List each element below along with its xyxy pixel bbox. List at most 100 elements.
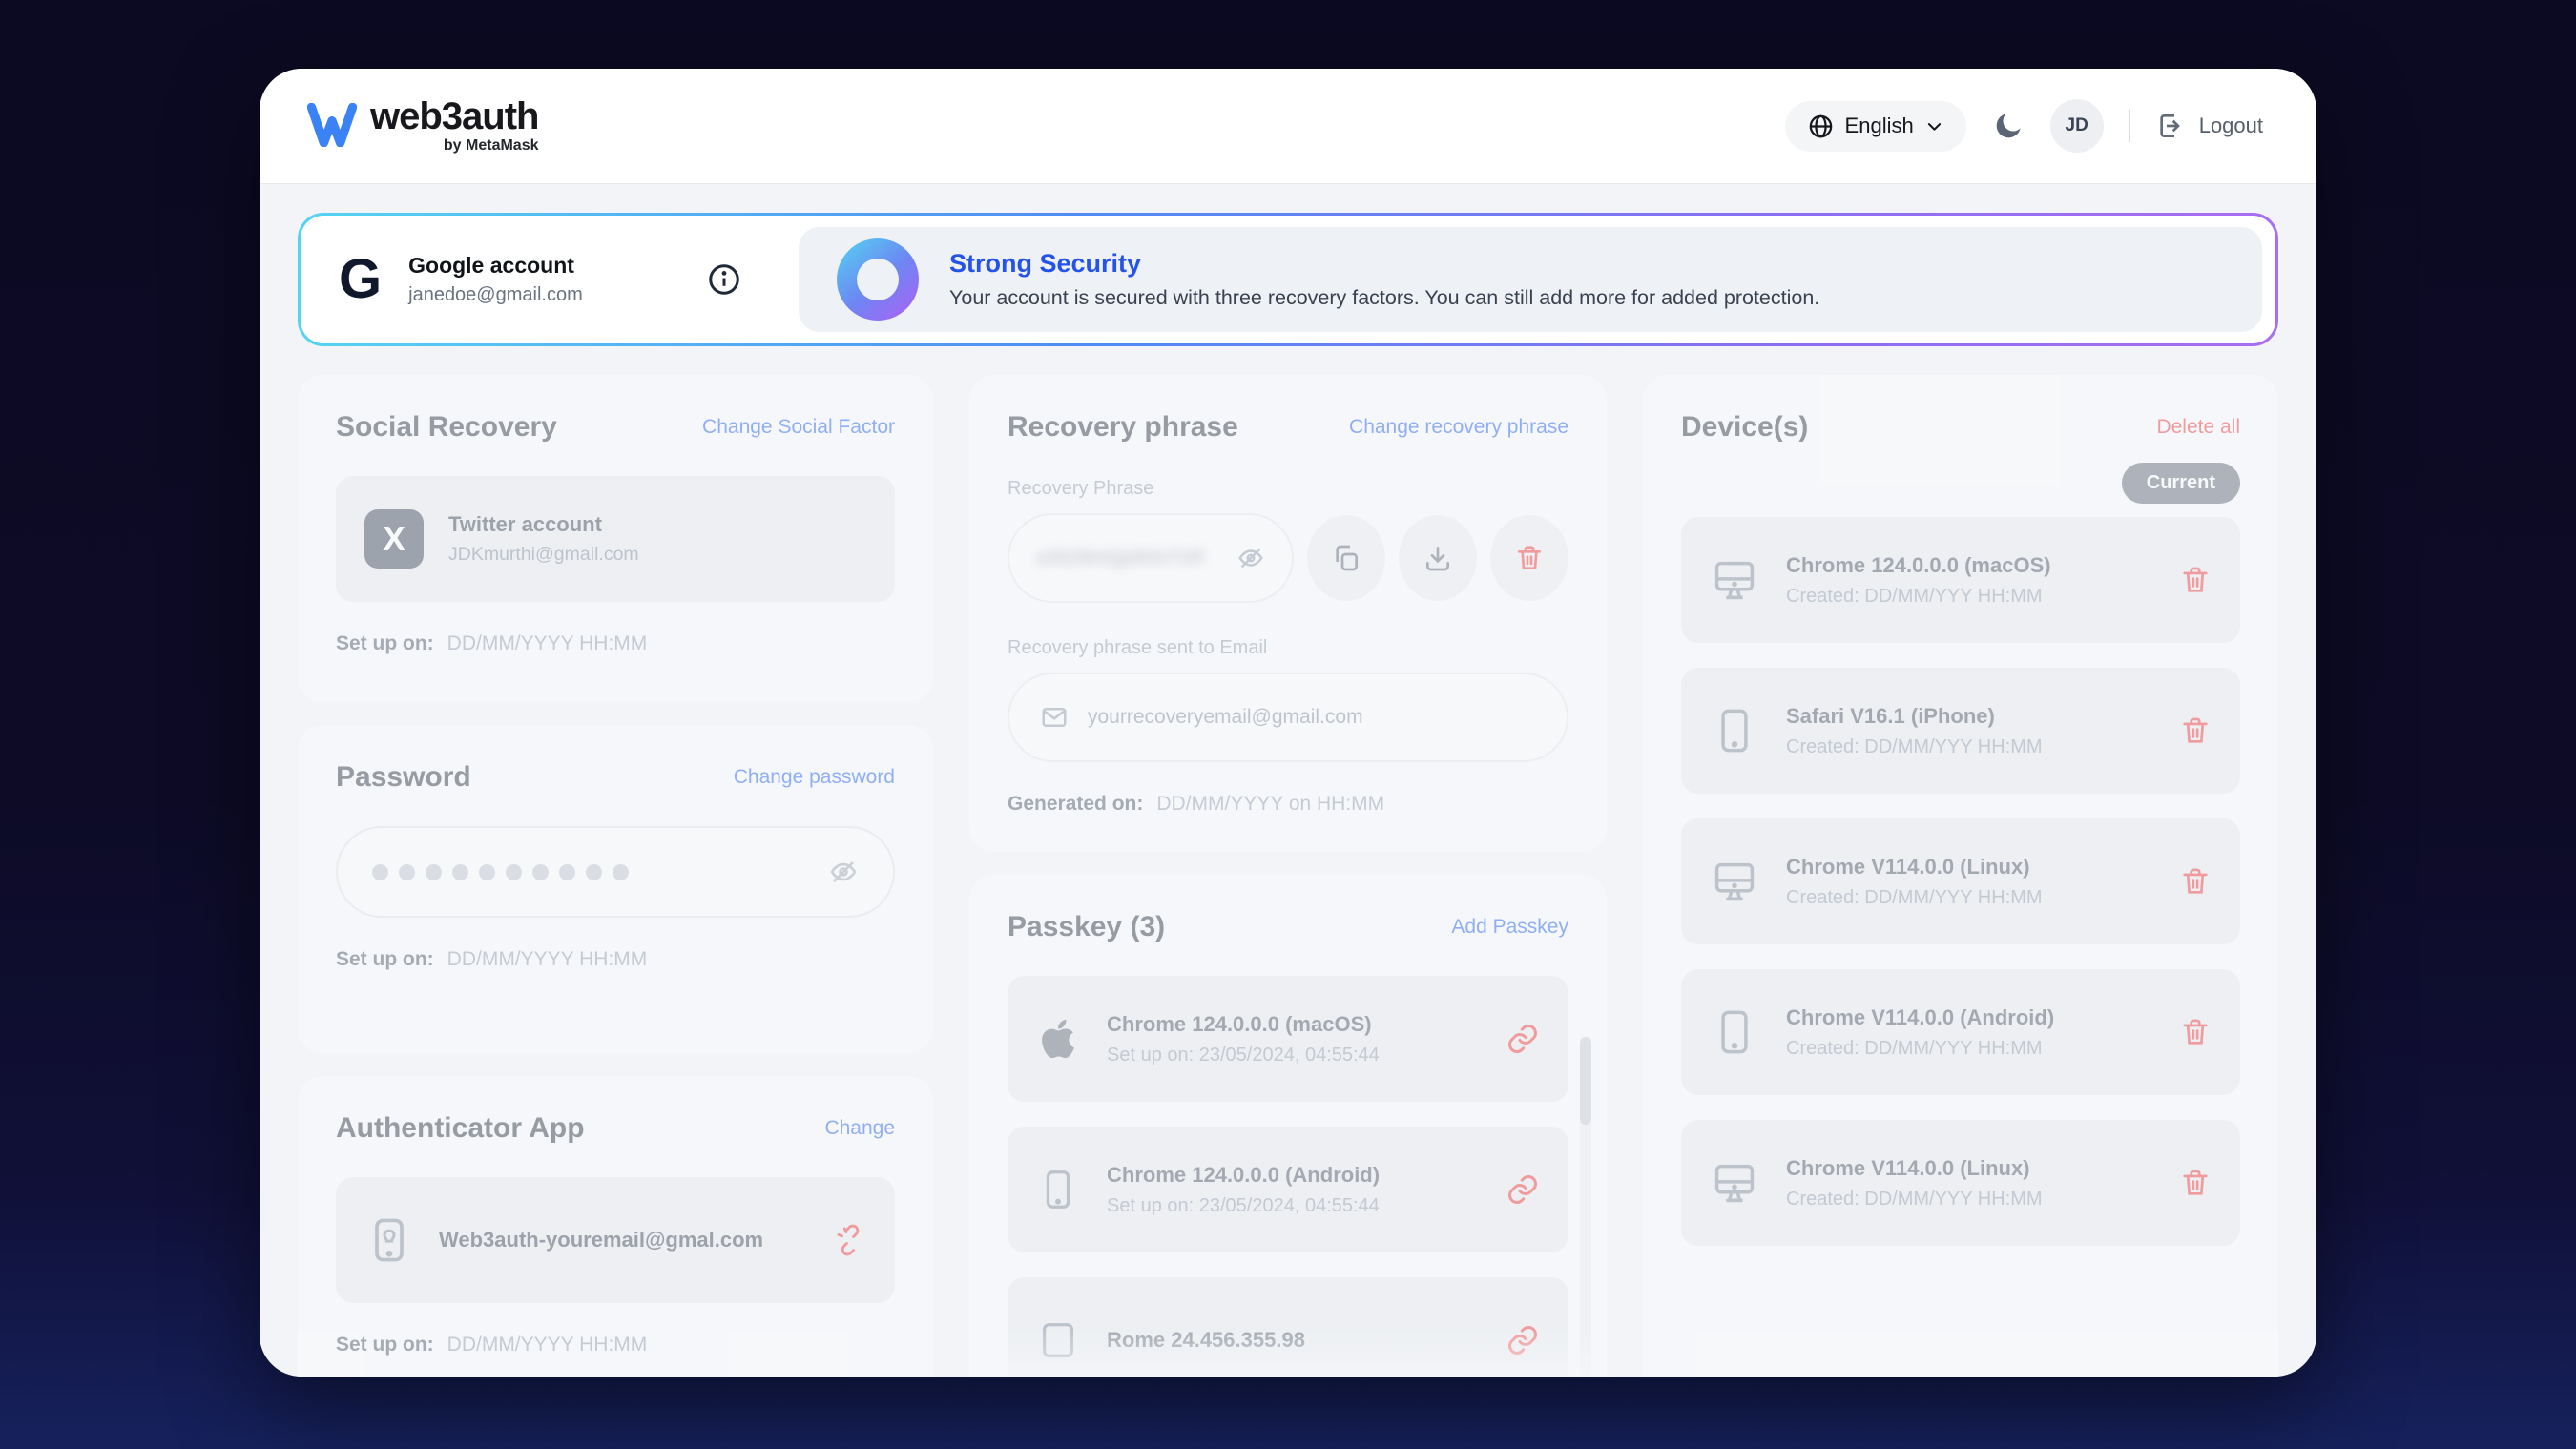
unlink-icon[interactable] [834, 1224, 866, 1256]
download-phrase-button[interactable] [1399, 515, 1477, 601]
device-name: Chrome V114.0.0 (Linux) [1786, 1156, 2043, 1181]
current-device-badge: Current [2122, 463, 2240, 504]
device-row: Chrome V114.0.0 (Linux) Created: DD/MM/Y… [1681, 818, 2240, 944]
dashboard-content: G Google account janedoe@gmail.com Stron… [260, 183, 2316, 1377]
desktop-icon [1710, 555, 1759, 605]
devices-title: Device(s) [1681, 411, 1808, 444]
device-row: Chrome 124.0.0.0 (macOS) Created: DD/MM/… [1681, 517, 2240, 643]
setup-on-label: Set up on: [336, 632, 434, 655]
setup-on-value: DD/MM/YYYY HH:MM [447, 1334, 648, 1356]
copy-phrase-button[interactable] [1307, 515, 1385, 601]
desktop-icon [1710, 1158, 1759, 1208]
device-meta: Created: DD/MM/YYY HH:MM [1786, 1038, 2054, 1060]
device-row: Chrome V114.0.0 (Linux) Created: DD/MM/Y… [1681, 1120, 2240, 1246]
web3auth-logo: web3auth by MetaMask [307, 97, 538, 155]
change-social-factor-link[interactable]: Change Social Factor [702, 416, 895, 439]
recovery-phrase-field[interactable]: aXk29mQpW4vTzR [1008, 513, 1294, 603]
authenticator-row: Web3auth-youremail@gmal.com [336, 1177, 895, 1303]
passkey-card: Passkey (3) Add Passkey Chrome 124.0.0.0… [969, 875, 1607, 1377]
provider-title: Google account [408, 253, 583, 279]
passkey-meta: Set up on: 23/05/2024, 04:55:44 [1107, 1195, 1380, 1217]
delete-device-icon[interactable] [2179, 714, 2212, 747]
main-window: web3auth by MetaMask English JD [260, 69, 2316, 1377]
device-row: Chrome V114.0.0 (Android) Created: DD/MM… [1681, 969, 2240, 1095]
dark-mode-toggle[interactable] [1991, 109, 2025, 143]
generated-on-label: Generated on: [1008, 793, 1143, 816]
change-recovery-phrase-link[interactable]: Change recovery phrase [1349, 416, 1568, 439]
recovery-phrase-title: Recovery phrase [1008, 411, 1238, 444]
setup-on-value: DD/MM/YYYY HH:MM [447, 632, 648, 655]
password-masked-dots [372, 864, 629, 880]
generated-on-value: DD/MM/YYYY on HH:MM [1156, 793, 1384, 816]
avatar-initials: JD [2066, 115, 2088, 136]
eye-off-icon[interactable] [828, 857, 859, 887]
recovery-email-field[interactable]: yourrecoveryemail@gmail.com [1008, 673, 1568, 762]
globe-icon [1808, 114, 1834, 139]
web3auth-logo-icon [307, 103, 357, 147]
language-label: English [1845, 114, 1914, 138]
link-icon[interactable] [1506, 1022, 1540, 1056]
devices-card: Device(s) Delete all Current Chrome 124. [1643, 375, 2278, 1377]
logout-icon [2155, 111, 2186, 141]
passkey-title: Passkey (3) [1008, 911, 1165, 943]
change-authenticator-link[interactable]: Change [824, 1117, 895, 1140]
passkey-list: Chrome 124.0.0.0 (macOS) Set up on: 23/0… [1008, 976, 1568, 1377]
authenticator-title: Authenticator App [336, 1112, 585, 1145]
security-status-title: Strong Security [949, 249, 1819, 279]
delete-device-icon[interactable] [2179, 865, 2212, 898]
device-meta: Created: DD/MM/YYY HH:MM [1786, 586, 2051, 608]
info-icon[interactable] [707, 262, 741, 297]
scrollbar-thumb[interactable] [1580, 1037, 1591, 1125]
setup-on-value: DD/MM/YYYY HH:MM [447, 948, 648, 971]
password-title: Password [336, 761, 471, 794]
chevron-down-icon [1925, 117, 1943, 135]
recovery-phrase-label: Recovery Phrase [1008, 478, 1568, 500]
passkey-scrollbar[interactable] [1580, 1037, 1591, 1377]
change-password-link[interactable]: Change password [734, 766, 895, 789]
passkey-item: Chrome 124.0.0.0 (Android) Set up on: 23… [1008, 1127, 1568, 1252]
social-account-row: X Twitter account JDKmurthi@gmail.com [336, 476, 895, 602]
app-header: web3auth by MetaMask English JD [260, 69, 2316, 183]
security-score-ring [837, 238, 919, 321]
language-selector[interactable]: English [1785, 101, 1966, 152]
add-passkey-link[interactable]: Add Passkey [1451, 916, 1568, 939]
passkey-meta: Set up on: 23/05/2024, 04:55:44 [1107, 1045, 1380, 1066]
tablet-icon [1036, 1318, 1080, 1362]
link-icon[interactable] [1506, 1323, 1540, 1357]
phone-icon [1710, 1007, 1759, 1057]
delete-phrase-button[interactable] [1490, 515, 1568, 601]
desktop-icon [1710, 857, 1759, 906]
device-name: Chrome V114.0.0 (Android) [1786, 1005, 2054, 1030]
security-status-panel: Strong Security Your account is secured … [799, 227, 2262, 332]
phone-icon [1036, 1168, 1080, 1211]
link-icon[interactable] [1506, 1172, 1540, 1207]
logout-button[interactable]: Logout [2155, 111, 2263, 141]
social-recovery-card: Social Recovery Change Social Factor X T… [298, 375, 933, 702]
user-avatar[interactable]: JD [2050, 99, 2104, 153]
authenticator-account: Web3auth-youremail@gmal.com [439, 1228, 763, 1252]
recovery-email-label: Recovery phrase sent to Email [1008, 637, 1568, 659]
delete-device-icon[interactable] [2179, 1167, 2212, 1199]
social-account-name: Twitter account [448, 512, 639, 537]
devices-list: Chrome 124.0.0.0 (macOS) Created: DD/MM/… [1681, 517, 2240, 1246]
provider-email: janedoe@gmail.com [408, 284, 583, 306]
device-meta: Created: DD/MM/YYY HH:MM [1786, 1189, 2043, 1211]
device-name: Safari V16.1 (iPhone) [1786, 704, 2043, 729]
delete-device-icon[interactable] [2179, 564, 2212, 596]
passkey-item: Chrome 124.0.0.0 (macOS) Set up on: 23/0… [1008, 976, 1568, 1102]
password-card: Password Change password Set up on: DD/M… [298, 725, 933, 1052]
recovery-email-value: yourrecoveryemail@gmail.com [1088, 706, 1363, 729]
passkey-name: Chrome 124.0.0.0 (Android) [1107, 1163, 1380, 1188]
login-provider: G Google account janedoe@gmail.com [301, 252, 701, 307]
security-status-description: Your account is secured with three recov… [949, 286, 1819, 310]
setup-on-label: Set up on: [336, 948, 434, 971]
delete-device-icon[interactable] [2179, 1016, 2212, 1048]
password-field[interactable] [336, 826, 895, 918]
eye-off-icon[interactable] [1236, 544, 1265, 572]
setup-on-label: Set up on: [336, 1334, 434, 1356]
logout-label: Logout [2199, 114, 2263, 138]
delete-all-devices-link[interactable]: Delete all [2156, 416, 2240, 439]
security-banner: G Google account janedoe@gmail.com Stron… [298, 213, 2278, 346]
device-meta: Created: DD/MM/YYY HH:MM [1786, 887, 2043, 909]
phone-auth-icon [364, 1215, 414, 1265]
